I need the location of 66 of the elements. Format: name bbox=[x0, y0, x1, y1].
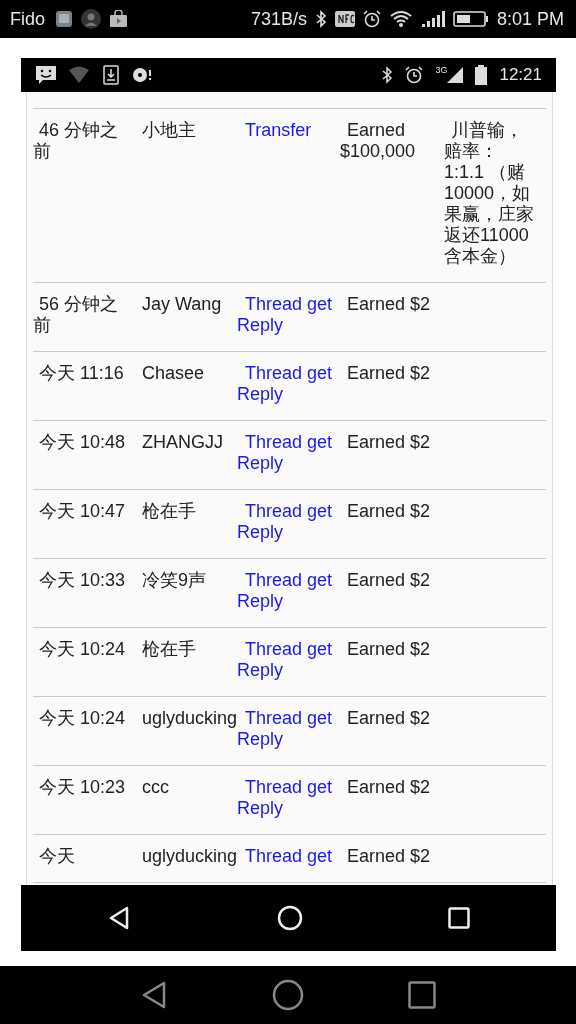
avatar-icon bbox=[81, 9, 101, 29]
bluetooth-icon bbox=[381, 66, 394, 84]
action-link[interactable]: Thread get Reply bbox=[237, 777, 340, 819]
table-cell-text: Earned $2 bbox=[346, 777, 432, 799]
network-type: 3G bbox=[435, 65, 448, 75]
table-cell-text: 56 分钟之前 bbox=[33, 294, 120, 336]
table-cell-text: Chasee bbox=[142, 363, 206, 385]
table-cell-text: uglyducking bbox=[142, 708, 237, 730]
action-link[interactable]: Thread get bbox=[237, 846, 340, 867]
table-cell-text: 枪在手 bbox=[142, 501, 197, 523]
back-icon[interactable] bbox=[140, 980, 168, 1010]
table-cell-text: Earned $2 bbox=[346, 501, 432, 523]
table-cell-text: Earned $2 bbox=[346, 570, 432, 592]
action-link[interactable]: Thread get Reply bbox=[237, 708, 340, 750]
table-cell-text: 小地主 bbox=[142, 120, 197, 142]
signal-icon bbox=[420, 10, 445, 28]
shopping-bag-icon bbox=[109, 10, 128, 28]
table-cell-text: Earned $2 bbox=[346, 363, 432, 385]
table-cell-text: 今天 bbox=[38, 846, 76, 867]
table-cell-text: 枪在手 bbox=[142, 639, 197, 661]
table-cell-text: Earned $2 bbox=[346, 639, 432, 661]
table-cell-text: 今天 10:24 bbox=[38, 708, 127, 730]
action-link[interactable]: Thread get Reply bbox=[237, 294, 340, 336]
action-link[interactable]: Thread get Reply bbox=[237, 501, 340, 543]
home-icon[interactable] bbox=[272, 979, 304, 1011]
alarm-icon bbox=[362, 10, 381, 28]
battery-icon bbox=[452, 10, 489, 28]
action-link[interactable]: Thread get Reply bbox=[237, 570, 340, 612]
wifi-icon bbox=[388, 10, 413, 28]
download-icon bbox=[103, 65, 119, 85]
table-cell-text: 川普输，赔率：1:1.1 （赌10000，如果赢，庄家返还11000含本金） bbox=[444, 120, 535, 267]
chat-smile-icon bbox=[35, 65, 57, 85]
disc-alert-icon bbox=[131, 66, 153, 84]
table-cell-text: Earned $100,000 bbox=[340, 120, 417, 163]
table-cell-text: Jay Wang bbox=[142, 294, 223, 316]
table-cell-text: 今天 11:16 bbox=[38, 363, 125, 385]
recents-icon[interactable] bbox=[408, 981, 436, 1009]
clock-time: 8:01 PM bbox=[496, 8, 564, 30]
action-link[interactable]: Thread get Reply bbox=[237, 363, 340, 405]
table-cell-text: 今天 10:48 bbox=[38, 432, 127, 454]
bluetooth-icon bbox=[314, 10, 327, 28]
back-icon[interactable] bbox=[107, 906, 131, 930]
table-cell-text: 46 分钟之前 bbox=[33, 120, 120, 163]
nfc-icon bbox=[334, 10, 355, 28]
table-cell-text: Earned $2 bbox=[346, 846, 432, 867]
network-speed: 731B/s bbox=[250, 8, 307, 30]
action-link[interactable]: Thread get Reply bbox=[237, 639, 340, 681]
table-cell-text: 今天 10:23 bbox=[38, 777, 127, 799]
battery-icon bbox=[475, 65, 488, 85]
action-link[interactable]: Thread get Reply bbox=[237, 432, 340, 474]
table-cell-text: 今天 10:24 bbox=[38, 639, 127, 661]
image-icon bbox=[55, 10, 73, 28]
table-cell-text: 今天 10:33 bbox=[38, 570, 127, 592]
carrier-name: Fido bbox=[10, 8, 45, 30]
signal-icon bbox=[447, 67, 464, 83]
alarm-icon bbox=[405, 66, 424, 84]
table-cell: uglyducking bbox=[142, 846, 237, 867]
table-cell-text: 今天 10:47 bbox=[38, 501, 127, 523]
action-link[interactable]: Transfer bbox=[237, 120, 340, 141]
table-cell-text: ZHANGJJ bbox=[142, 432, 224, 454]
table-cell-text: Earned $2 bbox=[346, 294, 432, 316]
table-cell-text: Earned $2 bbox=[346, 708, 432, 730]
table-cell-text: Earned $2 bbox=[346, 432, 432, 454]
table-cell-text: ccc bbox=[142, 777, 170, 799]
clock-time: 12:21 bbox=[499, 65, 542, 85]
table-cell-text: 冷笑9声 bbox=[142, 570, 207, 592]
